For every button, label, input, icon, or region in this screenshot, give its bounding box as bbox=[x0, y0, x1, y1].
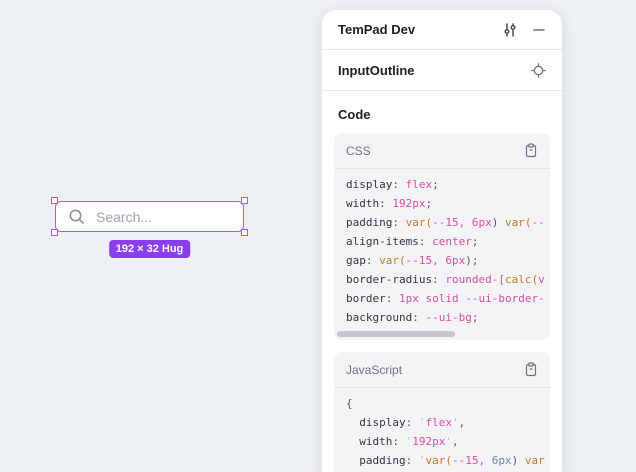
selection-handle-top-right[interactable] bbox=[241, 197, 248, 204]
panel-title: TemPad Dev bbox=[338, 22, 415, 37]
code-block-header: JavaScript bbox=[334, 352, 550, 388]
horizontal-scrollbar bbox=[334, 331, 550, 340]
code-line: border: 1px solid --ui-border- bbox=[346, 289, 550, 308]
code-content: display: flex;width: 192px;padding: var(… bbox=[334, 169, 550, 331]
size-badge: 192 × 32 Hug bbox=[109, 240, 191, 258]
code-block-css: CSS display: flex;width: 192px;padding: v… bbox=[334, 133, 550, 340]
code-block-header: CSS bbox=[334, 133, 550, 169]
code-line: border-radius: rounded-[calc(v bbox=[346, 270, 550, 289]
code-line: padding: var(--15, 6px) var(-- bbox=[346, 213, 550, 232]
code-content: { display: 'flex', width: '192px', paddi… bbox=[334, 388, 550, 472]
copy-icon[interactable] bbox=[524, 143, 538, 158]
tempad-dev-panel: TemPad Dev InputOutline bbox=[322, 10, 562, 472]
code-block-label: CSS bbox=[346, 144, 371, 158]
code-line: { bbox=[346, 394, 550, 413]
copy-icon[interactable] bbox=[524, 362, 538, 377]
selection-handle-bottom-right[interactable] bbox=[241, 229, 248, 236]
code-line: width: 192px; bbox=[346, 194, 550, 213]
panel-header: TemPad Dev bbox=[322, 10, 562, 50]
code-line: padding: 'var(--15, 6px) var bbox=[346, 451, 550, 470]
selected-node-name: InputOutline bbox=[338, 63, 415, 78]
search-placeholder: Search... bbox=[96, 209, 152, 225]
selection-handle-top-left[interactable] bbox=[51, 197, 58, 204]
code-line: background: --ui-bg; bbox=[346, 308, 550, 327]
code-block-javascript: JavaScript { display: 'flex', width: '192… bbox=[334, 352, 550, 472]
code-line: display: flex; bbox=[346, 175, 550, 194]
panel-body: Code CSSdisplay: flex;width: 192px;paddi… bbox=[322, 91, 562, 472]
search-icon bbox=[68, 208, 86, 226]
search-input[interactable]: Search... bbox=[55, 201, 244, 232]
crosshair-icon[interactable] bbox=[531, 63, 546, 78]
code-section-title: Code bbox=[334, 107, 550, 125]
code-block-label: JavaScript bbox=[346, 363, 402, 377]
code-line: gap: var(--15, 6px); bbox=[346, 251, 550, 270]
code-line: align-items: center; bbox=[346, 232, 550, 251]
code-line: width: '192px', bbox=[346, 432, 550, 451]
code-line: display: 'flex', bbox=[346, 413, 550, 432]
sliders-icon[interactable] bbox=[502, 22, 518, 38]
selection-handle-bottom-left[interactable] bbox=[51, 229, 58, 236]
selected-component[interactable]: Search... 192 × 32 Hug bbox=[55, 201, 244, 232]
minimize-icon[interactable] bbox=[532, 23, 546, 37]
scrollbar-thumb[interactable] bbox=[337, 331, 455, 337]
code-blocks: CSS display: flex;width: 192px;padding: v… bbox=[334, 133, 550, 472]
selected-node-row: InputOutline bbox=[322, 50, 562, 91]
